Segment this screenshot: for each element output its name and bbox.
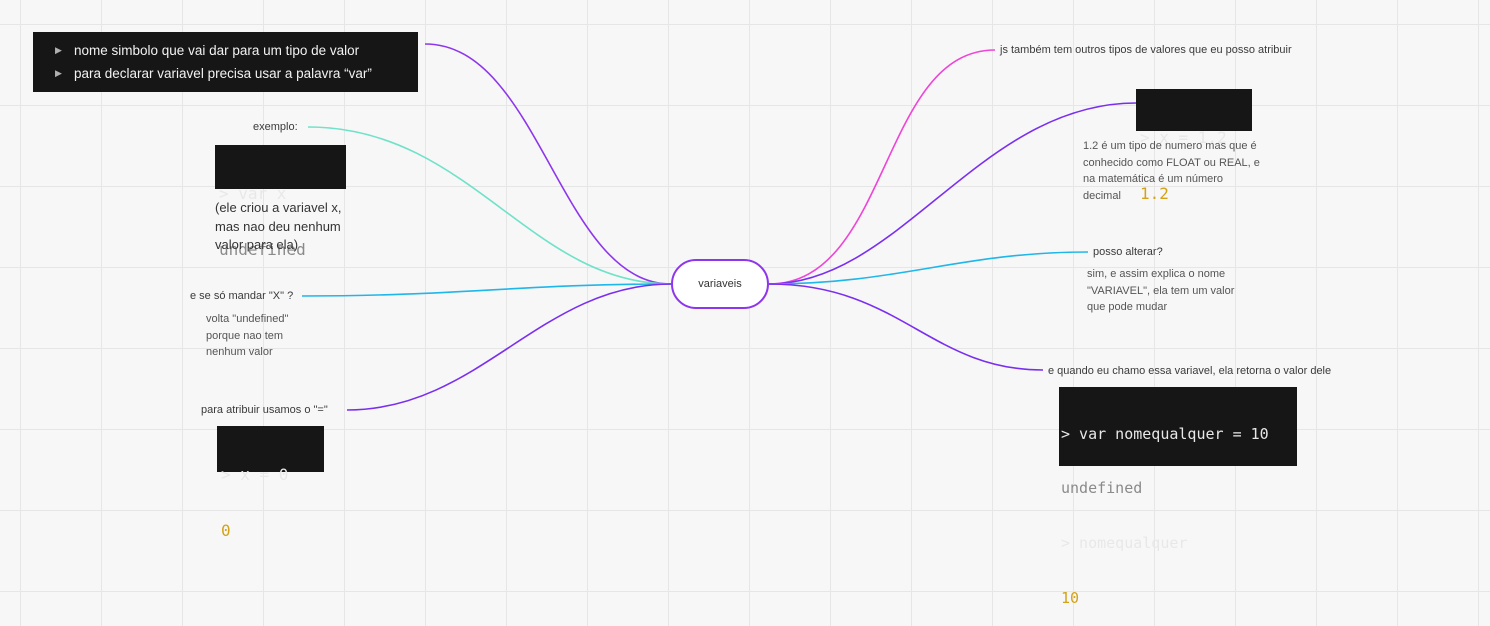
edge-definition bbox=[424, 43, 672, 285]
terminal-x-equals-0: > x = 0 0 bbox=[217, 426, 324, 539]
change-label[interactable]: posso alterar? bbox=[1093, 246, 1163, 258]
terminal-command: > var nomequalquer = 10 bbox=[1061, 424, 1269, 443]
bullet-triangle-icon: ▶ bbox=[55, 68, 62, 78]
example-label[interactable]: exemplo: bbox=[253, 121, 298, 133]
change-note: sim, e assim explica o nome "VARIAVEL", … bbox=[1087, 266, 1234, 316]
terminal-command: > x = 0 bbox=[221, 465, 289, 484]
edge-types bbox=[768, 49, 996, 285]
note-line: volta "undefined" bbox=[206, 313, 289, 325]
example-note: (ele criou a variavel x, mas nao deu nen… bbox=[215, 199, 341, 255]
central-topic-label: variaveis bbox=[698, 278, 742, 290]
send-x-label[interactable]: e se só mandar "X" ? bbox=[190, 290, 293, 302]
edge-x-1-2 bbox=[768, 102, 1137, 285]
note-line: valor para ela) bbox=[215, 237, 299, 252]
terminal-nomequalquer: > var nomequalquer = 10 undefined > nome… bbox=[1059, 387, 1297, 607]
send-x-note: volta "undefined" porque nao tem nenhum … bbox=[206, 311, 288, 361]
note-line: sim, e assim explica o nome bbox=[1087, 268, 1226, 280]
terminal-command: > nomequalquer bbox=[1061, 534, 1188, 553]
edge-assign bbox=[346, 283, 672, 411]
bullet-text: nome simbolo que vai dar para um tipo de… bbox=[74, 43, 360, 58]
call-label[interactable]: e quando eu chamo essa variavel, ela ret… bbox=[1048, 365, 1331, 377]
edge-change bbox=[768, 251, 1089, 285]
terminal-output: undefined bbox=[1061, 479, 1143, 498]
terminal-x-equals-1-2: > x = 1.2 1.2 bbox=[1136, 89, 1252, 202]
note-line: (ele criou a variavel x, bbox=[215, 200, 342, 215]
terminal-output: 10 bbox=[1061, 589, 1080, 608]
note-line: mas nao deu nenhum bbox=[215, 218, 341, 234]
note-line: porque nao tem bbox=[206, 329, 284, 342]
note-line: "VARIAVEL", ela tem um valor bbox=[1087, 284, 1235, 297]
terminal-output: 0 bbox=[221, 520, 231, 540]
float-note: 1.2 é um tipo de numero mas que é conhec… bbox=[1083, 138, 1260, 204]
definition-card[interactable]: ▶ nome simbolo que vai dar para um tipo … bbox=[33, 32, 418, 92]
note-line: decimal bbox=[1083, 189, 1121, 202]
definition-bullet: ▶ nome simbolo que vai dar para um tipo … bbox=[55, 39, 418, 62]
bullet-text: para declarar variavel precisa usar a pa… bbox=[74, 66, 372, 81]
terminal-var-x: > var x undefined bbox=[215, 145, 346, 258]
edge-call bbox=[768, 283, 1044, 371]
edge-example bbox=[307, 126, 672, 285]
note-line: nenhum valor bbox=[206, 346, 273, 358]
assign-label[interactable]: para atribuir usamos o "=" bbox=[201, 404, 328, 416]
bullet-triangle-icon: ▶ bbox=[55, 45, 62, 55]
types-label[interactable]: js também tem outros tipos de valores qu… bbox=[1000, 44, 1292, 56]
note-line: na matemática é um número bbox=[1083, 173, 1224, 185]
edge-send-x bbox=[301, 283, 672, 297]
note-line: 1.2 é um tipo de numero mas que é bbox=[1083, 140, 1257, 152]
central-topic-variaveis[interactable]: variaveis bbox=[671, 259, 769, 309]
note-line: conhecido como FLOAT ou REAL, e bbox=[1083, 156, 1260, 169]
note-line: que pode mudar bbox=[1087, 301, 1168, 313]
definition-bullet: ▶ para declarar variavel precisa usar a … bbox=[55, 62, 418, 85]
